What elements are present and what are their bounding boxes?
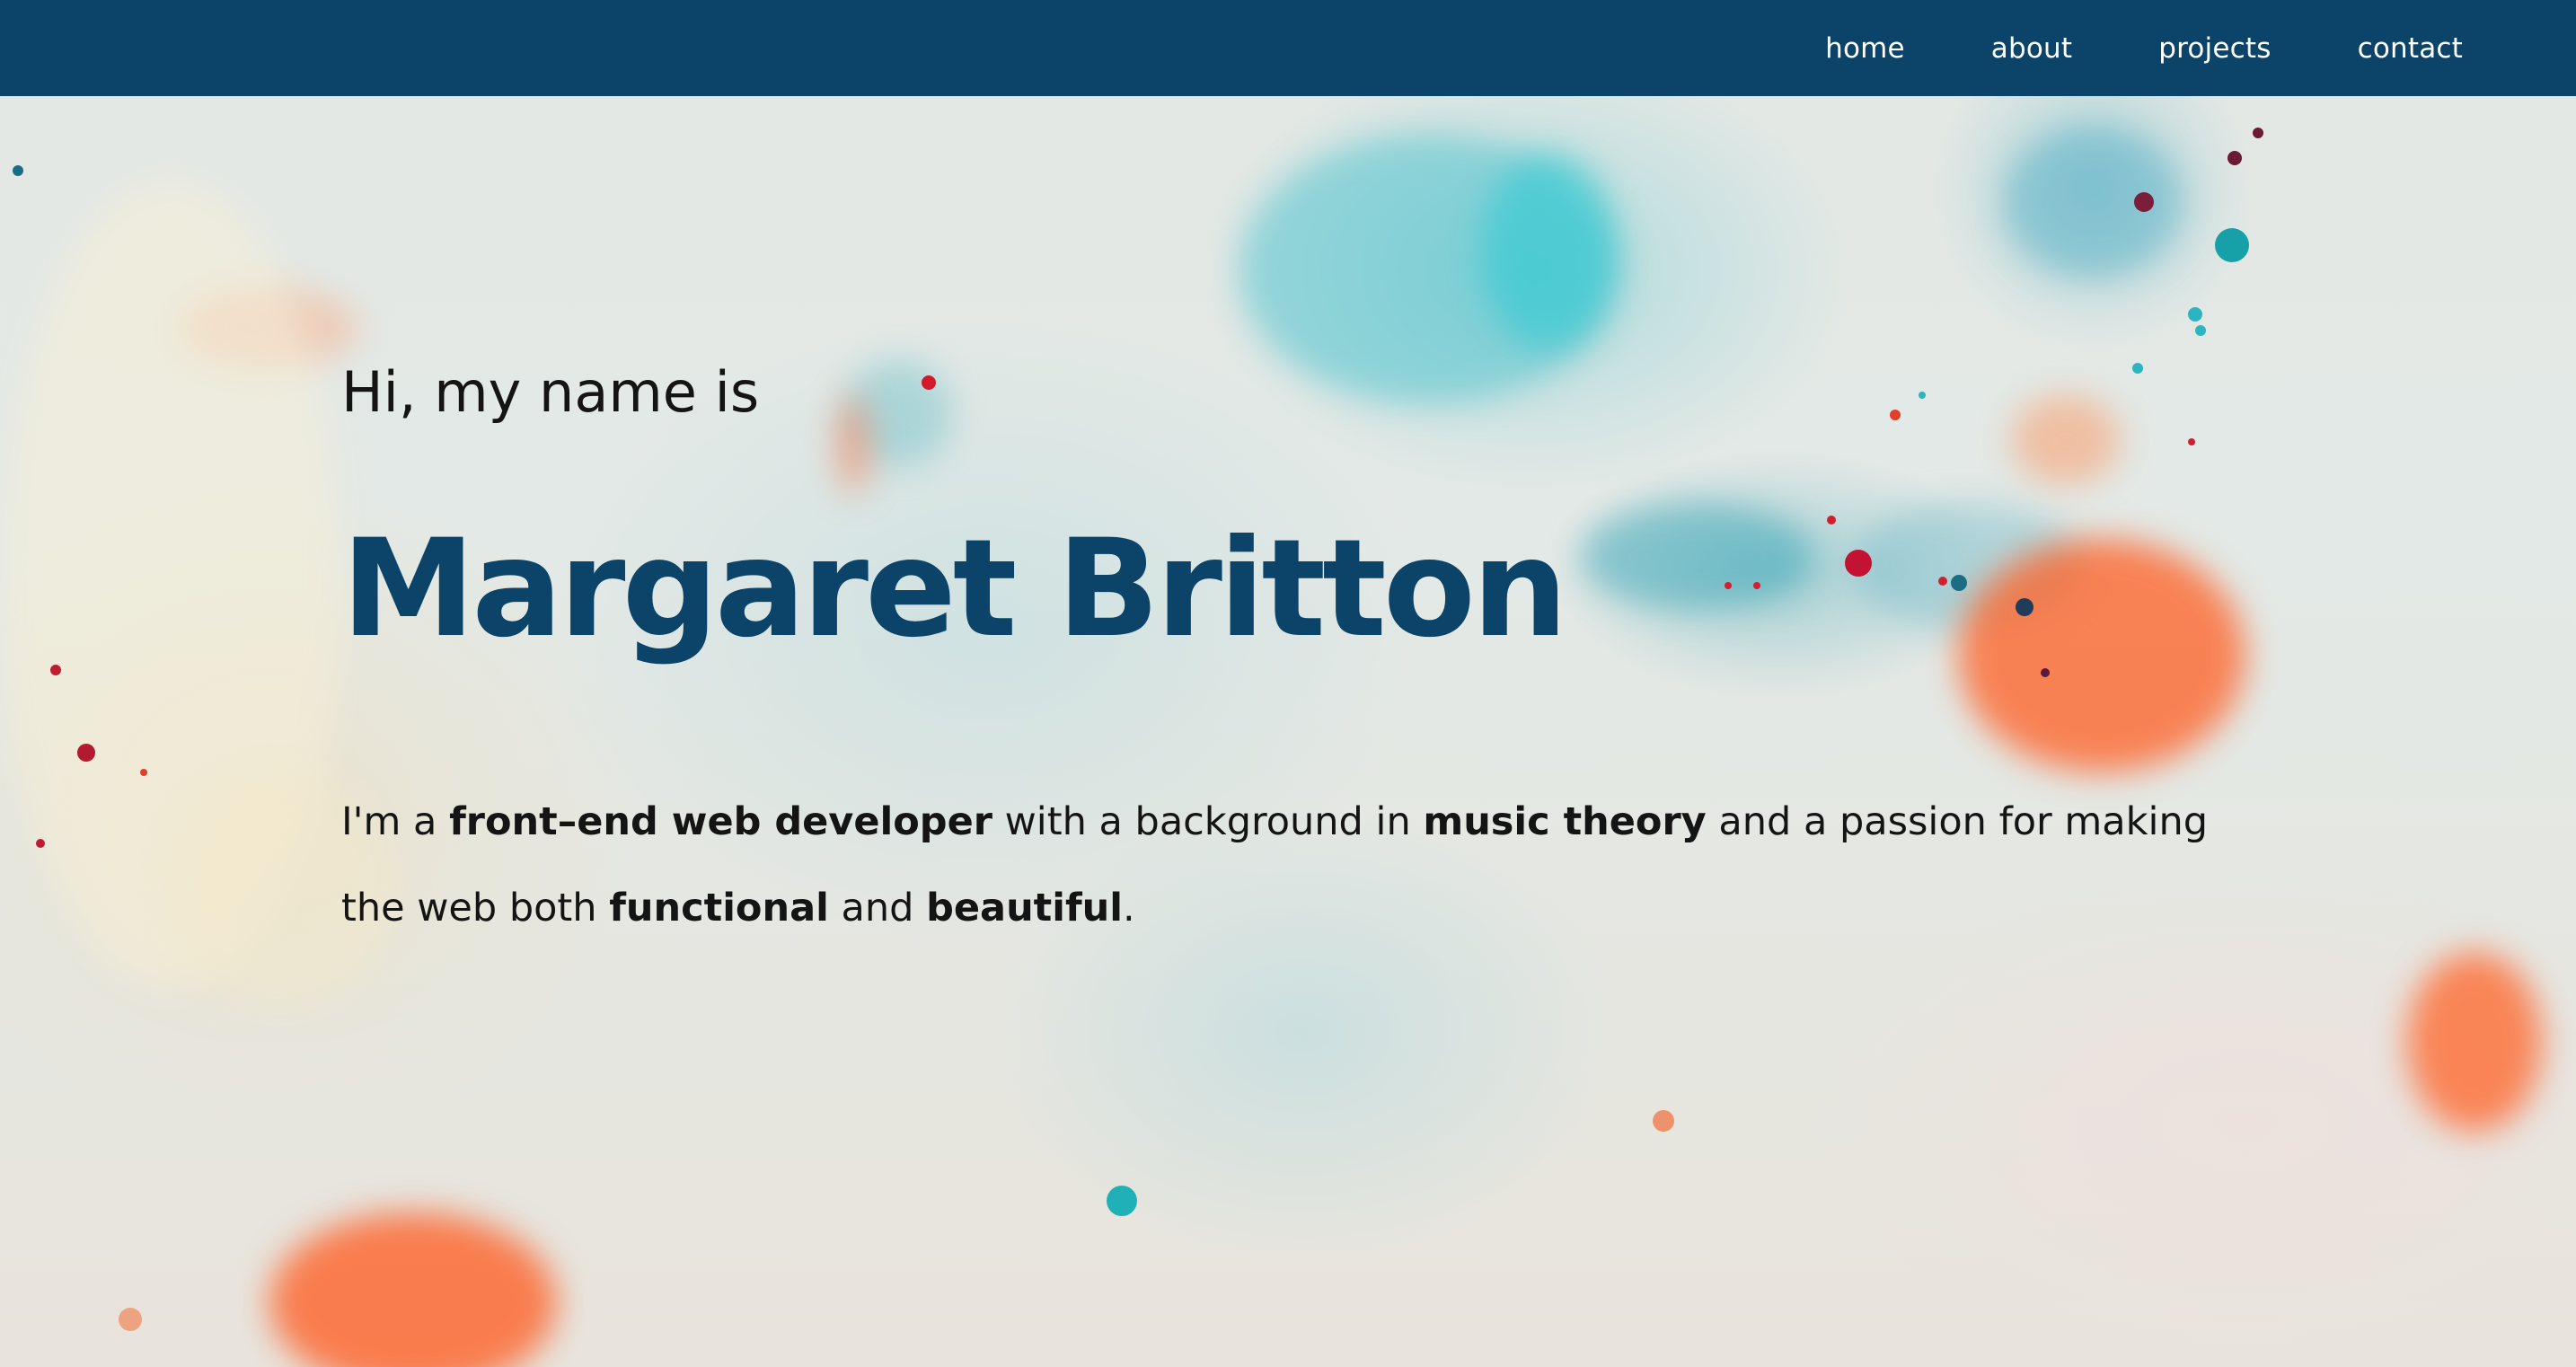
paint-droplet xyxy=(2134,192,2154,212)
background-swirl xyxy=(1482,153,1617,350)
paint-droplet xyxy=(1107,1186,1137,1216)
hero-name: Margaret Britton xyxy=(341,511,1568,668)
paint-droplet xyxy=(119,1308,142,1331)
nav-link-contact[interactable]: contact xyxy=(2358,32,2463,65)
bio-highlight-functional: functional xyxy=(609,886,829,931)
hero-section: Hi, my name is Margaret Britton I'm a fr… xyxy=(341,359,2272,951)
nav-link-projects[interactable]: projects xyxy=(2158,32,2271,65)
paint-droplet xyxy=(2195,325,2206,336)
paint-droplet xyxy=(77,744,95,762)
background-splash xyxy=(2407,952,2542,1132)
paint-droplet xyxy=(50,665,61,675)
bio-highlight-role: front–end web developer xyxy=(449,799,992,845)
bio-text: . xyxy=(1123,886,1135,931)
nav-menu: home about projects contact xyxy=(1739,0,2463,96)
bio-highlight-beautiful: beautiful xyxy=(926,886,1124,931)
nav-link-home[interactable]: home xyxy=(1825,32,1905,65)
nav-link-about[interactable]: about xyxy=(1991,32,2072,65)
bio-text: with a background in xyxy=(992,799,1424,845)
background-splash xyxy=(269,1213,557,1367)
hero-greeting: Hi, my name is xyxy=(341,359,760,425)
paint-droplet xyxy=(2215,228,2249,262)
paint-droplet xyxy=(36,839,45,848)
paint-droplet xyxy=(140,769,147,776)
background-swirl xyxy=(2003,126,2183,278)
paint-droplet xyxy=(2188,307,2202,322)
top-navbar: home about projects contact xyxy=(0,0,2576,96)
paint-droplet xyxy=(2228,151,2242,165)
paint-droplet xyxy=(2253,128,2263,138)
bio-text: I'm a xyxy=(341,799,450,845)
paint-droplet xyxy=(1653,1110,1674,1132)
bio-highlight-background: music theory xyxy=(1423,799,1707,845)
hero-bio: I'm a front–end web developer with a bac… xyxy=(341,779,2254,951)
bio-text: and xyxy=(828,886,927,931)
paint-droplet xyxy=(13,165,23,176)
